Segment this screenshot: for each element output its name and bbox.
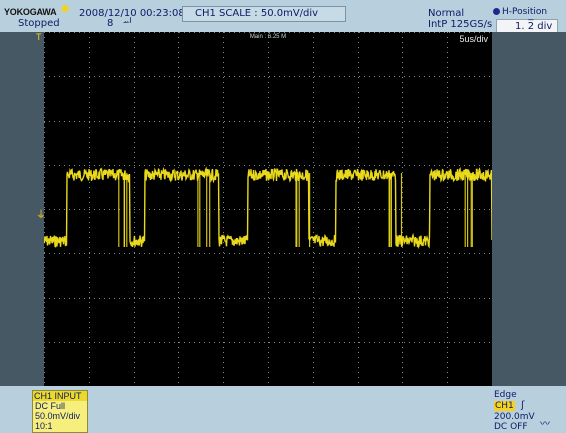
hposition-label: H-Position [502,7,548,17]
ch1-probe: 10:1 [35,421,53,431]
rising-edge-icon: ʃ [521,400,525,411]
acquisition-status: Stopped [18,18,60,29]
acquisition-count: 8 [107,18,114,29]
trigger-mode: Normal [428,8,465,19]
hposition-knob-icon [493,8,500,15]
ch1-scale: 50.0mV/div [35,411,81,421]
trigger-status-icon: ᆈ [123,18,133,29]
trigger-source: CH1 [494,401,515,411]
sample-rate: IntP 125GS/s [428,19,493,30]
time-per-div: 5us/div [459,34,488,44]
ch1-coupling: DC Full [35,401,66,411]
graticule [44,32,492,386]
main-record-length: Main : 6.25 M [249,34,287,40]
trigger-type: Edge [494,390,517,400]
trigger-position-marker-icon: T [36,32,42,42]
scale-readout[interactable]: CH1 SCALE : 50.0mV/div [182,6,346,22]
waveform-display[interactable]: Main : 6.25 M 5us/div [44,32,492,386]
scale-readout-text: CH1 SCALE : 50.0mV/div [195,8,319,19]
ch1-input-header: CH1 INPUT [33,391,87,401]
hposition-value: 1. 2̅ div [515,21,553,32]
trigger-coupling: DC OFF [494,422,528,432]
brand-logo: YOKOGAWA [4,7,57,17]
waveform-canvas [44,32,492,386]
right-side-panel [492,32,566,386]
ch1-input-panel[interactable]: CH1 INPUT DC Full 50.0mV/div 10:1 [32,390,88,433]
noise-rejection-icon: 〰 [540,419,550,430]
run-status-icon: ✹ [60,2,71,16]
